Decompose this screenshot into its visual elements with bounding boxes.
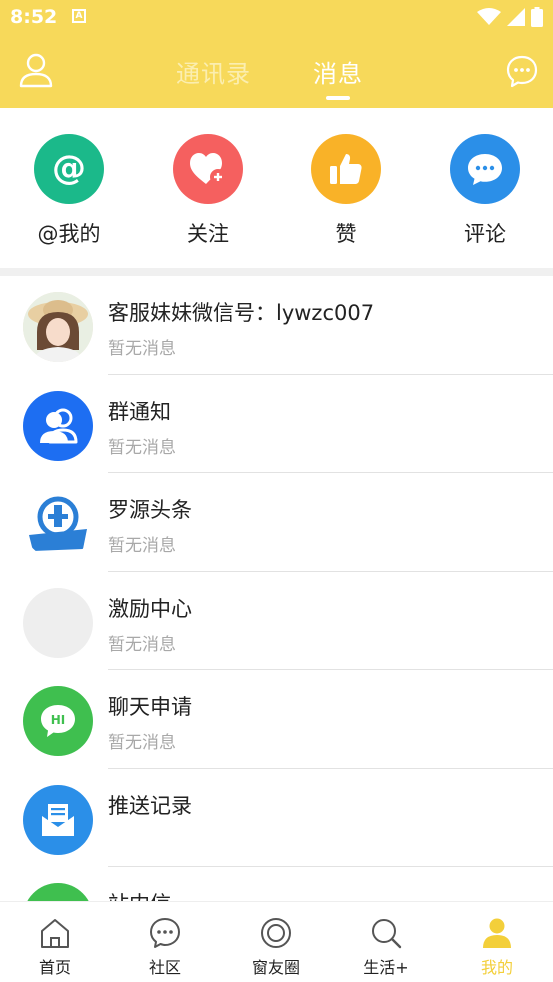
community-icon (150, 918, 180, 948)
svg-text:@: @ (52, 149, 86, 188)
conversation-subtitle: 暂无消息 (108, 733, 176, 753)
nav-label: 生活+ (363, 958, 409, 977)
user-profile-icon[interactable] (18, 52, 54, 88)
tab-messages[interactable]: 消息 (313, 54, 363, 89)
top-bar: 通讯录 消息 (0, 34, 553, 108)
conversation-title: 罗源头条 (108, 498, 192, 522)
conversation-list: 客服妹妹微信号：lywzc007 暂无消息 群通知 暂无消息 罗源头条 暂无消息… (0, 276, 553, 901)
signal-icon (507, 8, 525, 26)
conversation-subtitle: 暂无消息 (108, 536, 176, 556)
search-icon (372, 919, 402, 949)
quick-action-label: 评论 (464, 222, 506, 246)
conversation-title: 客服妹妹微信号：lywzc007 (108, 301, 375, 325)
active-tab-indicator (326, 96, 350, 100)
quick-action-likes[interactable]: 赞 (291, 134, 401, 248)
wifi-icon (477, 8, 501, 25)
heart-plus-icon (173, 134, 243, 204)
comment-icon (450, 134, 520, 204)
quick-action-label: 赞 (335, 222, 357, 246)
group-icon (23, 390, 93, 461)
conversation-subtitle: 暂无消息 (108, 339, 176, 359)
quick-action-label: 关注 (187, 222, 229, 246)
photo-avatar (23, 292, 93, 362)
tab-contacts[interactable]: 通讯录 (176, 54, 251, 89)
nav-label: 社区 (148, 958, 181, 977)
at-icon: @ (34, 134, 104, 204)
conversation-title: 群通知 (108, 399, 171, 424)
mail-icon (23, 784, 93, 855)
quick-action-mentions[interactable]: @ @我的 (14, 134, 124, 248)
chat-bubble-icon[interactable] (505, 54, 539, 88)
conversation-title: 推送记录 (108, 793, 192, 818)
conversation-subtitle: 暂无消息 (108, 634, 176, 655)
home-icon (41, 919, 69, 948)
status-bar: 8:52 A (0, 0, 553, 34)
list-item-inbox[interactable]: 站内信 (0, 867, 553, 901)
status-icons (477, 7, 543, 27)
thumbs-up-icon (311, 134, 381, 204)
circle-icon (261, 918, 291, 948)
bottom-navigation: 首页 社区 窗友圈 生活+ 我的 (0, 901, 553, 982)
nav-label: 我的 (480, 958, 513, 977)
quick-actions: @ @我的 关注 赞 评论 (0, 108, 553, 268)
conversation-title: 激励中心 (108, 596, 192, 621)
notification-a-icon: A (72, 9, 86, 23)
hi-chat-icon: HI (23, 686, 93, 756)
nav-item-home[interactable]: 首页 (0, 902, 110, 982)
hi-badge-text: HI (51, 713, 66, 727)
nav-item-life-plus[interactable]: 生活+ (331, 902, 441, 982)
nav-label: 首页 (38, 958, 71, 977)
nav-item-window-friends[interactable]: 窗友圈 (221, 902, 331, 982)
quick-action-follow[interactable]: 关注 (153, 134, 263, 248)
status-time: 8:52 (10, 6, 58, 28)
nav-item-me[interactable]: 我的 (442, 902, 552, 982)
list-item-push-records[interactable]: 推送记录 (0, 769, 553, 867)
app-header: 8:52 A 通讯录 消息 (0, 0, 553, 108)
list-item-customer-service[interactable]: 客服妹妹微信号：lywzc007 暂无消息 (0, 276, 553, 375)
list-item-chat-requests[interactable]: HI 聊天申请 暂无消息 (0, 670, 553, 769)
headline-logo (23, 489, 93, 559)
conversation-title: 聊天申请 (108, 695, 192, 719)
conversation-subtitle: 暂无消息 (108, 437, 176, 458)
nav-label: 窗友圈 (251, 958, 300, 977)
quick-action-comments[interactable]: 评论 (430, 134, 540, 248)
nav-item-community[interactable]: 社区 (110, 902, 220, 982)
conversation-title: 站内信 (108, 888, 171, 901)
placeholder-avatar (23, 587, 93, 658)
section-divider (0, 268, 553, 276)
battery-icon (531, 7, 543, 27)
list-item-group-notice[interactable]: 群通知 暂无消息 (0, 375, 553, 473)
green-avatar (23, 883, 93, 901)
list-item-headlines[interactable]: 罗源头条 暂无消息 (0, 473, 553, 572)
quick-action-label: @我的 (37, 222, 101, 246)
profile-icon (483, 918, 511, 948)
list-item-rewards-center[interactable]: 激励中心 暂无消息 (0, 572, 553, 670)
